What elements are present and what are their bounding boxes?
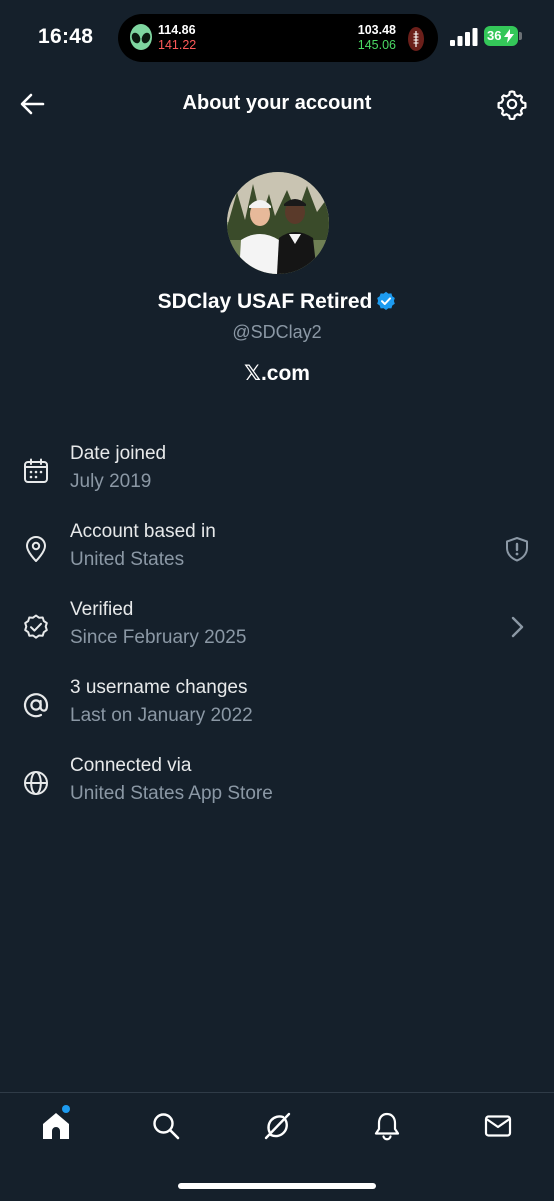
home-indicator[interactable] bbox=[178, 1183, 376, 1189]
cellular-signal-icon bbox=[450, 28, 478, 46]
live-score-left-top: 114.86 bbox=[158, 23, 196, 37]
live-score-left: 114.86 141.22 bbox=[158, 23, 196, 53]
site-label: 𝕏.com bbox=[244, 362, 310, 385]
grok-icon[interactable] bbox=[261, 1110, 293, 1142]
top-app-bar: About your account bbox=[0, 80, 554, 130]
row-title: Account based in bbox=[70, 521, 216, 542]
charging-bolt-icon bbox=[504, 29, 514, 43]
calendar-icon bbox=[24, 458, 48, 483]
user-handle: @SDClay2 bbox=[232, 322, 322, 342]
row-subtitle: Last on January 2022 bbox=[70, 705, 253, 726]
verified-row[interactable]: Verified Since February 2025 bbox=[0, 599, 554, 669]
username-changes-row: 3 username changes Last on January 2022 bbox=[0, 677, 554, 747]
live-score-right-bottom: 145.06 bbox=[357, 38, 396, 52]
home-notification-dot bbox=[62, 1105, 70, 1113]
status-time: 16:48 bbox=[38, 25, 94, 48]
globe-icon bbox=[24, 771, 48, 795]
display-name: SDClay USAF Retired bbox=[157, 290, 373, 313]
avatar-photo bbox=[227, 172, 329, 274]
row-subtitle: Since February 2025 bbox=[70, 627, 247, 648]
row-title: Connected via bbox=[70, 755, 192, 776]
display-name-row: SDClay USAF Retired bbox=[0, 290, 554, 314]
verified-badge-icon bbox=[377, 291, 396, 310]
row-subtitle: July 2019 bbox=[70, 471, 152, 492]
verified-badge-icon bbox=[24, 614, 48, 639]
battery-nub bbox=[519, 32, 522, 40]
football-icon bbox=[408, 27, 424, 51]
status-bar: 16:48 114.86 141.22 103.48 145.06 36 bbox=[0, 0, 554, 80]
account-based-in-row: Account based in United States bbox=[0, 521, 554, 591]
row-title: Date joined bbox=[70, 443, 167, 464]
row-subtitle: United States bbox=[70, 549, 185, 570]
search-icon[interactable] bbox=[150, 1110, 182, 1142]
avatar[interactable] bbox=[227, 172, 329, 274]
shield-alert-icon[interactable] bbox=[503, 535, 531, 563]
alien-logo-icon bbox=[130, 24, 152, 50]
live-score-right: 103.48 145.06 bbox=[358, 23, 396, 53]
at-sign-icon bbox=[23, 693, 49, 718]
location-pin-icon bbox=[26, 536, 46, 562]
row-subtitle: United States App Store bbox=[70, 783, 273, 804]
row-title: Verified bbox=[70, 599, 134, 620]
gear-icon[interactable] bbox=[496, 88, 528, 120]
dynamic-island-live-activity[interactable]: 114.86 141.22 103.48 145.06 bbox=[118, 14, 438, 62]
date-joined-row: Date joined July 2019 bbox=[0, 443, 554, 513]
home-icon[interactable] bbox=[40, 1110, 72, 1142]
messages-icon[interactable] bbox=[482, 1110, 514, 1142]
live-score-right-top: 103.48 bbox=[357, 23, 396, 37]
chevron-right-icon[interactable] bbox=[503, 613, 531, 641]
connected-via-row: Connected via United States App Store bbox=[0, 755, 554, 825]
page-title: About your account bbox=[182, 92, 372, 114]
row-title: 3 username changes bbox=[70, 677, 248, 698]
live-score-left-bottom: 141.22 bbox=[158, 38, 197, 52]
notifications-icon[interactable] bbox=[371, 1110, 403, 1142]
